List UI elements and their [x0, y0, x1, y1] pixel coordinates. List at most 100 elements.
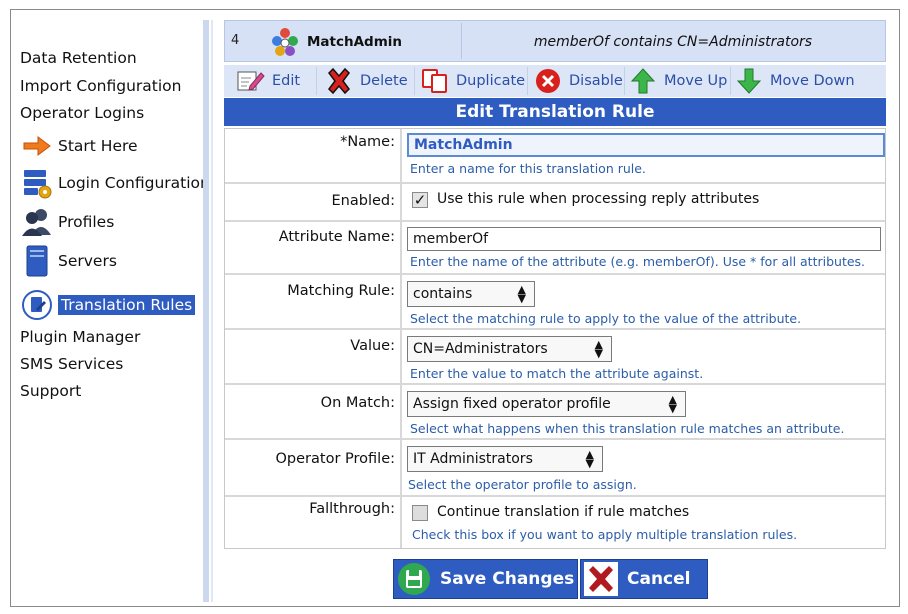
sidebar-item-sms-services[interactable]: SMS Services	[20, 355, 123, 373]
users-icon	[20, 206, 54, 238]
cancel-x-icon	[581, 560, 621, 598]
rule-toolbar: Edit Delete Duplicate Disable Move Up Mo…	[224, 65, 886, 97]
server-gear-icon	[20, 167, 54, 199]
rule-header-row[interactable]: 4 MatchAdmin memberOf contains CN=Admini…	[224, 20, 886, 62]
sidebar-item-label: Start Here	[58, 137, 138, 155]
move-up-label: Move Up	[664, 73, 728, 89]
select-arrows-icon: ▲ ▼	[668, 393, 677, 415]
save-disk-icon	[394, 560, 434, 598]
translation-rules-icon	[20, 289, 54, 321]
select-arrows-icon: ▲ ▼	[585, 448, 594, 470]
disable-icon	[533, 66, 563, 96]
move-down-label: Move Down	[770, 73, 855, 89]
operator-profile-select[interactable]: IT Administrators ▲ ▼	[407, 446, 603, 472]
fallthrough-text: Continue translation if rule matches	[437, 504, 690, 520]
move-up-button[interactable]: Move Up	[628, 65, 727, 97]
sidebar-item-label: Servers	[58, 252, 117, 270]
rule-description: memberOf contains CN=Administrators	[533, 34, 813, 50]
matching-rule-hint: Select the matching rule to apply to the…	[410, 311, 802, 326]
sidebar-item-data-retention[interactable]: Data Retention	[20, 49, 137, 67]
fallthrough-hint: Check this box if you want to apply mult…	[412, 527, 798, 542]
delete-x-icon	[324, 66, 354, 96]
operator-profile-hint: Select the operator profile to assign.	[408, 477, 637, 492]
arrow-down-icon	[734, 66, 764, 96]
delete-button[interactable]: Delete	[324, 65, 408, 97]
select-arrows-icon: ▲ ▼	[594, 338, 603, 360]
duplicate-label: Duplicate	[456, 73, 526, 89]
matching-rule-value: contains	[413, 286, 473, 302]
toolbar-separator	[316, 67, 317, 95]
sidebar-item-login-configuration[interactable]: Login Configuration	[20, 167, 210, 199]
name-input[interactable]	[407, 133, 885, 157]
value-row: Value: CN=Administrators ▲ ▼ Enter the va…	[225, 330, 885, 385]
form-actions: Save Changes Cancel	[393, 559, 708, 599]
value-label: Value:	[350, 338, 395, 354]
operator-profile-value: IT Administrators	[413, 451, 533, 467]
rule-name: MatchAdmin	[307, 34, 403, 50]
disable-label: Disable	[569, 73, 623, 89]
name-hint: Enter a name for this translation rule.	[410, 161, 646, 176]
select-arrows-icon: ▲ ▼	[517, 283, 526, 305]
sidebar-item-label: Import Configuration	[20, 77, 182, 95]
on-match-select[interactable]: Assign fixed operator profile ▲ ▼	[407, 391, 686, 417]
arrow-right-icon	[20, 130, 54, 162]
sidebar-item-label: Translation Rules	[58, 295, 196, 315]
toolbar-separator	[730, 67, 731, 95]
edit-button[interactable]: Edit	[236, 65, 300, 97]
attribute-name-hint: Enter the name of the attribute (e.g. me…	[410, 254, 866, 269]
attribute-name-row: Attribute Name: Enter the name of the at…	[225, 222, 885, 275]
delete-label: Delete	[360, 73, 408, 89]
move-down-button[interactable]: Move Down	[734, 65, 855, 97]
duplicate-button[interactable]: Duplicate	[420, 65, 525, 97]
sidebar-item-support[interactable]: Support	[20, 382, 81, 400]
cancel-label: Cancel	[627, 569, 691, 589]
value-hint: Enter the value to match the attribute a…	[410, 366, 704, 381]
sidebar-item-servers[interactable]: Servers	[20, 245, 117, 277]
enabled-row: Enabled: ✓ Use this rule when processing…	[225, 184, 885, 222]
on-match-label: On Match:	[320, 395, 395, 411]
enabled-label: Enabled:	[331, 193, 395, 209]
sidebar-item-import-configuration[interactable]: Import Configuration	[20, 77, 182, 95]
fallthrough-row: Fallthrough: Continue translation if rul…	[225, 497, 885, 548]
save-changes-button[interactable]: Save Changes	[393, 559, 578, 599]
edit-label: Edit	[272, 73, 301, 89]
matchadmin-logo-icon	[269, 26, 301, 62]
sidebar-divider-inner	[211, 20, 213, 602]
enabled-checkbox[interactable]: ✓	[412, 192, 428, 208]
name-label: *Name:	[340, 134, 395, 150]
form-title: Edit Translation Rule	[224, 98, 886, 126]
server-icon	[20, 245, 54, 277]
arrow-up-icon	[628, 66, 658, 96]
sidebar-item-label: Profiles	[58, 213, 115, 231]
toolbar-separator	[527, 67, 528, 95]
sidebar-item-label: Data Retention	[20, 49, 137, 67]
sidebar-item-translation-rules[interactable]: Translation Rules	[20, 289, 196, 321]
sidebar-item-profiles[interactable]: Profiles	[20, 206, 114, 238]
enabled-text: Use this rule when processing reply attr…	[437, 191, 760, 207]
sidebar-divider	[203, 20, 209, 602]
on-match-value: Assign fixed operator profile	[413, 396, 611, 412]
sidebar-item-operator-logins[interactable]: Operator Logins	[20, 104, 144, 122]
on-match-hint: Select what happens when this translatio…	[410, 421, 845, 436]
edit-rule-form: *Name: Enter a name for this translation…	[224, 128, 886, 549]
sidebar-item-start-here[interactable]: Start Here	[20, 130, 138, 162]
edit-icon	[236, 66, 266, 96]
disable-button[interactable]: Disable	[533, 65, 623, 97]
sidebar-item-label: Plugin Manager	[20, 328, 141, 346]
cancel-button[interactable]: Cancel	[580, 559, 708, 599]
sidebar-item-label: Login Configuration	[58, 174, 210, 192]
matching-rule-select[interactable]: contains ▲ ▼	[407, 281, 535, 307]
sidebar-item-plugin-manager[interactable]: Plugin Manager	[20, 328, 140, 346]
duplicate-icon	[420, 66, 450, 96]
toolbar-separator	[624, 67, 625, 95]
value-select[interactable]: CN=Administrators ▲ ▼	[407, 336, 612, 362]
save-changes-label: Save Changes	[440, 569, 575, 589]
toolbar-separator	[414, 67, 415, 95]
matching-rule-row: Matching Rule: contains ▲ ▼ Select the ma…	[225, 275, 885, 330]
operator-profile-label: Operator Profile:	[275, 451, 395, 467]
rule-number: 4	[231, 33, 240, 48]
fallthrough-checkbox[interactable]	[412, 505, 428, 521]
fallthrough-label: Fallthrough:	[309, 501, 395, 517]
on-match-row: On Match: Assign fixed operator profile …	[225, 385, 885, 440]
attribute-name-input[interactable]	[407, 227, 881, 251]
